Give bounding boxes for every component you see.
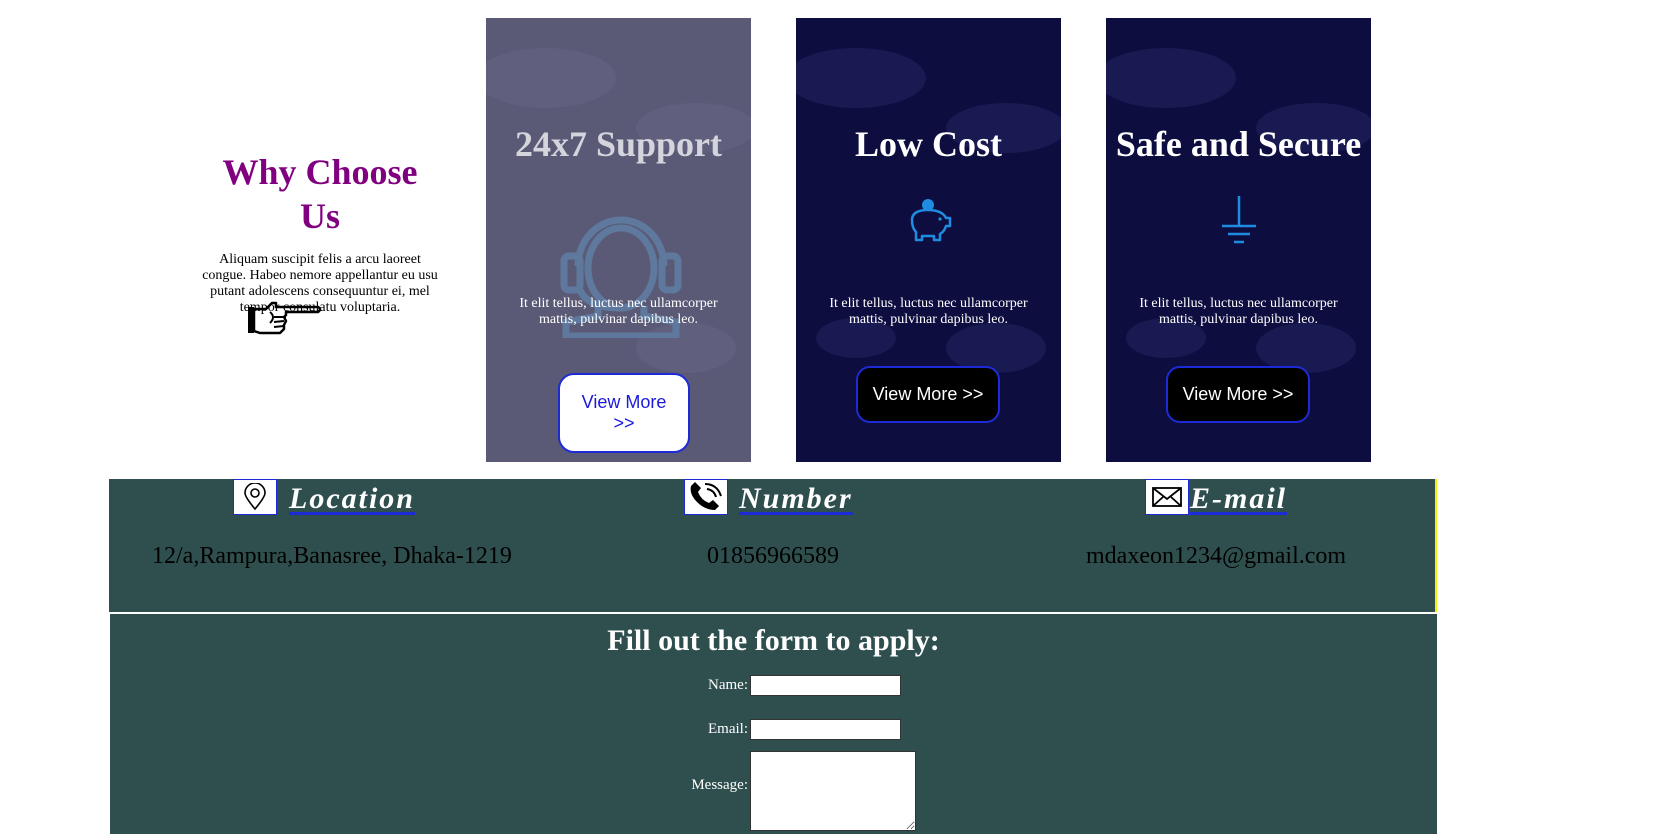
why-choose-us-title: Why Choose Us <box>222 152 418 236</box>
piggy-bank-icon <box>910 199 952 242</box>
view-more-button[interactable]: View More >> <box>558 373 690 453</box>
email-label: Email: <box>708 721 748 737</box>
feature-card-support[interactable]: 24x7 Support It elit tellus, luctus nec … <box>486 18 751 462</box>
number-value: 01856966589 <box>707 543 839 569</box>
feature-card-low-cost[interactable]: Low Cost It elit tellus, luctus nec ulla… <box>796 18 1061 462</box>
envelope-icon <box>1145 479 1189 515</box>
form-title: Fill out the form to apply: <box>607 624 940 657</box>
card-title: 24x7 Support <box>514 124 723 164</box>
email-value: mdaxeon1234@gmail.com <box>1086 543 1347 569</box>
map-pin-icon <box>233 479 277 515</box>
message-textarea[interactable] <box>750 751 916 831</box>
view-more-button[interactable]: View More >> <box>856 366 1000 423</box>
card-title: Low Cost <box>854 124 1002 164</box>
contact-section: Location 12/a,Rampura,Banasree, Dhaka-12… <box>109 479 1437 612</box>
name-label: Name: <box>708 677 748 693</box>
card-text: It elit tellus, luctus nec ullamcorper m… <box>829 296 1028 327</box>
location-heading: Location <box>289 482 415 515</box>
name-input[interactable] <box>750 675 901 696</box>
message-label: Message: <box>691 777 748 793</box>
email-heading: E-mail <box>1190 482 1288 515</box>
why-choose-us-section: Why Choose Us Aliquam suscipit felis a a… <box>200 150 440 335</box>
card-text: It elit tellus, luctus nec ullamcorper m… <box>519 296 718 327</box>
application-form: Fill out the form to apply: Name: Email:… <box>110 614 1437 834</box>
email-input[interactable] <box>750 719 901 740</box>
card-text: It elit tellus, luctus nec ullamcorper m… <box>1139 296 1338 327</box>
card-title: Safe and Secure <box>1115 124 1362 164</box>
view-more-button[interactable]: View More >> <box>1166 366 1310 423</box>
feature-card-safe-secure[interactable]: Safe and Secure It elit tellus, luctus n… <box>1106 18 1371 462</box>
number-heading: Number <box>739 482 853 515</box>
ground-icon <box>1222 196 1256 244</box>
email-row: Email: <box>110 721 748 741</box>
location-value: 12/a,Rampura,Banasree, Dhaka-1219 <box>152 543 512 569</box>
name-row: Name: <box>110 677 748 697</box>
pointing-hand-icon <box>248 301 322 335</box>
phone-icon <box>684 479 728 515</box>
message-row: Message: <box>110 777 748 797</box>
